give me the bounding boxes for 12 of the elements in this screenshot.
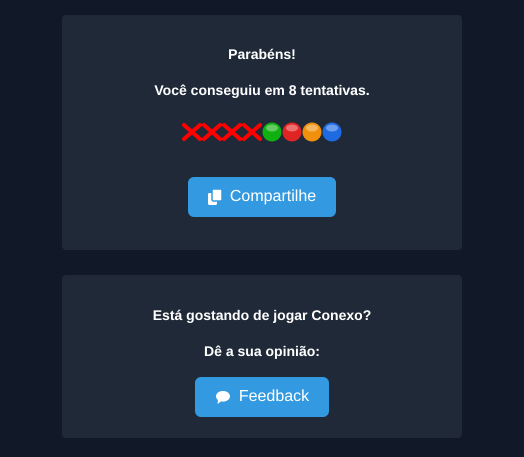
feedback-question: Está gostando de jogar Conexo?: [152, 306, 372, 324]
congratulations-title: Parabéns!: [228, 45, 296, 63]
feedback-button[interactable]: Feedback: [194, 377, 330, 417]
cross-icon: [182, 122, 202, 142]
speech-bubble-icon: [214, 390, 231, 404]
attempts-message: Você conseguiu em 8 tentativas.: [154, 81, 370, 99]
cross-icon: [222, 122, 242, 142]
feedback-prompt: Dê a sua opinião:: [204, 342, 320, 360]
cross-icon: [202, 122, 222, 142]
cross-icon: [242, 122, 262, 142]
share-button[interactable]: Compartilhe: [188, 177, 336, 217]
copy-icon: [208, 189, 222, 205]
